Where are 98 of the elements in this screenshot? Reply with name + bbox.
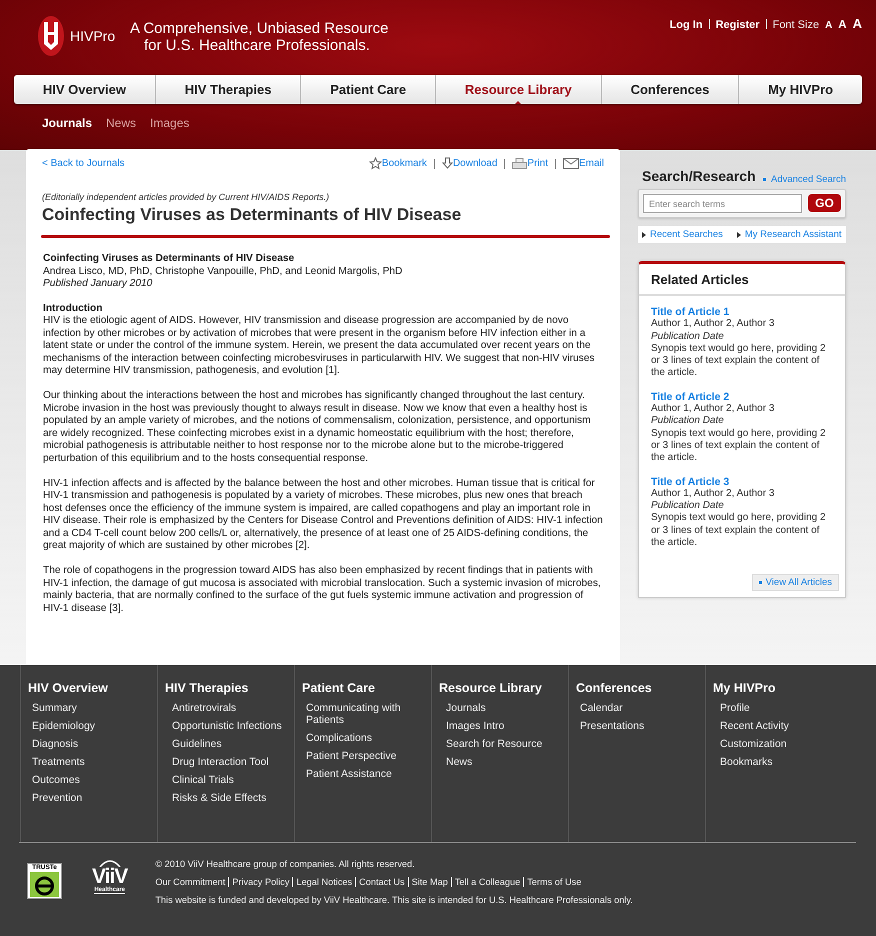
publication-date: Publication Date <box>651 330 725 343</box>
action-link[interactable]: Bookmark <box>382 158 427 169</box>
legal-link[interactable]: Contact Us <box>359 877 405 887</box>
article-authors: Author 1, Author 2, Author 3 <box>651 318 776 331</box>
font-size-option[interactable]: A <box>825 20 832 31</box>
footer-link[interactable]: Drug Interaction Tool <box>172 756 282 768</box>
footer-link[interactable]: Profile <box>720 702 830 714</box>
footer-link[interactable]: Patient Perspective <box>306 750 416 762</box>
footer-link[interactable]: Complications <box>306 732 416 744</box>
synopsis: Synopis text would go here, providing 2 or 3 lines of text explain the content of the article. <box>651 512 827 550</box>
research-link[interactable]: My Research Assistant <box>736 229 842 240</box>
footer-link[interactable]: Outcomes <box>32 774 142 786</box>
paragraph: HIV is the etiologic agent of AIDS. However, HIV transmission and disease progression are accompanied by de novo infection by other microbes or by activation of microbes that were present in the organism before HIV infection either in a latent state or under the control of the immune system. Herein, we present the data accumulated over recent years on the mechanisms of the interaction between coinfecting microbesviruses in particularwith HIV. We suggest that non-HIV viruses may determine HIV transmission, pathogenesis, and evolution [1]. <box>43 315 596 378</box>
source-note: (Editorially independent articles provided by Current HIV/AIDS Reports.) <box>42 192 330 202</box>
search-title: Search/Research <box>642 168 756 184</box>
footer-heading[interactable]: Patient Care <box>302 681 431 695</box>
footer-heading[interactable]: Resource Library <box>439 681 568 695</box>
footer-heading[interactable]: My HIVPro <box>713 681 842 695</box>
footer-link[interactable]: Presentations <box>580 720 690 732</box>
footer-link[interactable]: Opportunistic Infections <box>172 720 282 732</box>
footer-heading[interactable]: HIV Therapies <box>165 681 294 695</box>
article-link[interactable]: Title of Article 2 <box>651 390 833 404</box>
article-subtitle: Coinfecting Viruses as Determinants of HIV Disease <box>43 253 296 266</box>
footer-link[interactable]: Treatments <box>32 756 142 768</box>
font-size-option[interactable]: A <box>852 16 862 31</box>
header-link[interactable]: Register <box>716 19 760 31</box>
nav-tab[interactable]: HIV Overview <box>14 75 155 104</box>
paragraph: HIV-1 infection affects and is affected by the balance between the host and other microbes. Human tissue that is critical for HIV-1 transmission and pathogenesis is populated by a variety of microbes. These microbes, plus new ones that breach host defenses once the efficiency of the immune system is impaired, are called copathogens and play an important role in HIV disease. Their role is emphasized by the Centers for Disease Control and Preventions definition of AIDS: HIV-1 infection and a CD4 T-cell count below 200 cells/L or, alternatively, the presence of at least one of 25 AIDS-defining conditions, the great majority of which are sustained by other microbes [2]. <box>43 478 604 552</box>
footer-link[interactable]: Risks & Side Effects <box>172 792 282 804</box>
article-authors: Author 1, Author 2, Author 3 <box>651 488 776 500</box>
article-authors: Author 1, Author 2, Author 3 <box>651 403 776 416</box>
footer-link[interactable]: Guidelines <box>172 738 282 750</box>
font-size-option[interactable]: A <box>838 19 847 31</box>
footer-link[interactable]: News <box>446 756 556 768</box>
footer-link[interactable]: Summary <box>32 702 142 714</box>
logo-text: HIVPro <box>70 28 116 44</box>
article-link[interactable]: Title of Article 1 <box>651 306 833 318</box>
footer-link[interactable]: Communicating with Patients <box>306 702 416 726</box>
back-link[interactable]: < Back to Journals <box>42 158 125 169</box>
legal-link[interactable]: Privacy Policy <box>232 877 290 887</box>
triangle-icon <box>642 232 646 238</box>
action-link[interactable]: Email <box>578 158 604 169</box>
paragraph: Our thinking about the interactions between the host and microbes has significantly changed throughout the last century. Microbe invasion in the host was previously thought to always result in disease. Now we know that even a healthy host is populated by an ample variety of microbes, and the notions of commensalism, colonization, persistence, and opportunism are widely recognized. These coinfecting microbes exist in a dynamic homeostatic equilibrium with the host; therefore, microbial pathogenesis is attributable neither to host response nor to the microbe alone but to the microbe-triggered perturbation of this equilibrium and to the hosts consequential response. <box>43 390 592 465</box>
article-link[interactable]: Title of Article 3 <box>651 476 833 488</box>
research-link[interactable]: Recent Searches <box>642 229 723 240</box>
printer-icon <box>512 158 528 170</box>
copyright-text: © 2010 ViiV Healthcare group of companies. All rights reserved. <box>155 859 416 869</box>
synopsis: Synopis text would go here, providing 2 or 3 lines of text explain the content of the article. <box>651 342 827 380</box>
star-icon <box>368 157 382 170</box>
related-title: Related Articles <box>639 264 845 296</box>
sub-nav-tab[interactable]: News <box>106 116 136 130</box>
sub-nav-tab[interactable]: Journals <box>42 116 92 130</box>
nav-tab[interactable]: Patient Care <box>300 75 435 104</box>
footer-link[interactable]: Patient Assistance <box>306 768 416 780</box>
header-link[interactable]: Log In <box>670 19 703 31</box>
footer-link[interactable]: Journals <box>446 702 556 714</box>
footer-link[interactable]: Customization <box>720 738 830 750</box>
font-size-label: Font Size <box>772 19 820 31</box>
publication-date: Publication Date <box>651 500 725 512</box>
action-link[interactable]: Print <box>527 158 548 169</box>
publication-date: Publication Date <box>651 415 725 428</box>
article-title: Coinfecting Viruses as Determinants of HIV Disease <box>42 205 462 225</box>
download-icon <box>442 157 453 170</box>
legal-link[interactable]: Our Commitment <box>155 877 226 887</box>
nav-tab[interactable]: HIV Therapies <box>154 75 300 104</box>
footer-heading[interactable]: Conferences <box>576 681 705 695</box>
legal-link[interactable]: Legal Notices <box>296 877 352 887</box>
footer-link[interactable]: Images Intro <box>446 720 556 732</box>
footer-link[interactable]: Prevention <box>32 792 142 804</box>
footer-link[interactable]: Antiretrovirals <box>172 702 282 714</box>
footer-link[interactable]: Search for Resource <box>446 738 556 750</box>
paragraph: The role of copathogens in the progression toward AIDS has also been emphasized by recent findings that in patients with HIV-1 infection, the damage of gut mucosa is associated with microbial translocation. Such a systemic invasion of microbes, mainly bacteria, that are normally confined to the surface of the gut fuels systemic immune activation and progression of HIV-1 disease [3]. <box>43 565 602 615</box>
section-heading: Introduction <box>43 302 104 315</box>
footer-link[interactable]: Recent Activity <box>720 720 830 732</box>
nav-tab[interactable]: Resource Library <box>434 75 601 104</box>
tagline: A Comprehensive, Unbiased Resource for U.S. Healthcare Professionals. <box>130 20 388 54</box>
article-authors: Andrea Lisco, MD, PhD, Christophe Vanpouille, PhD, and Leonid Margolis, PhD <box>43 266 404 278</box>
publish-date: Published January 2010 <box>43 278 154 290</box>
sub-nav-tab[interactable]: Images <box>150 116 190 130</box>
footer-heading[interactable]: HIV Overview <box>28 681 157 695</box>
footer-link[interactable]: Epidemiology <box>32 720 142 732</box>
nav-tab[interactable]: My HIVPro <box>738 75 862 104</box>
action-link[interactable]: Download <box>452 158 498 169</box>
synopsis: Synopis text would go here, providing 2 or 3 lines of text explain the content of the article. <box>651 428 827 465</box>
nav-tab[interactable]: Conferences <box>600 75 738 104</box>
footer-link[interactable]: Calendar <box>580 702 690 714</box>
legal-link[interactable]: Site Map <box>412 877 448 887</box>
footer-link[interactable]: Clinical Trials <box>172 774 282 786</box>
triangle-icon <box>736 232 741 238</box>
funding-notice: This website is funded and developed by ViiV Healthcare. This site is intended for U.S. Healthcare Professionals only. <box>155 895 633 905</box>
legal-link[interactable]: Tell a Colleague <box>454 877 520 887</box>
envelope-icon <box>562 158 579 169</box>
search-field[interactable]: Enter search terms <box>643 194 802 213</box>
legal-link[interactable]: Terms of Use <box>527 877 582 887</box>
footer-link[interactable]: Diagnosis <box>32 738 142 750</box>
footer-link[interactable]: Bookmarks <box>720 756 830 768</box>
shield-logo-icon <box>38 16 64 56</box>
go-button[interactable]: GO <box>808 194 841 212</box>
